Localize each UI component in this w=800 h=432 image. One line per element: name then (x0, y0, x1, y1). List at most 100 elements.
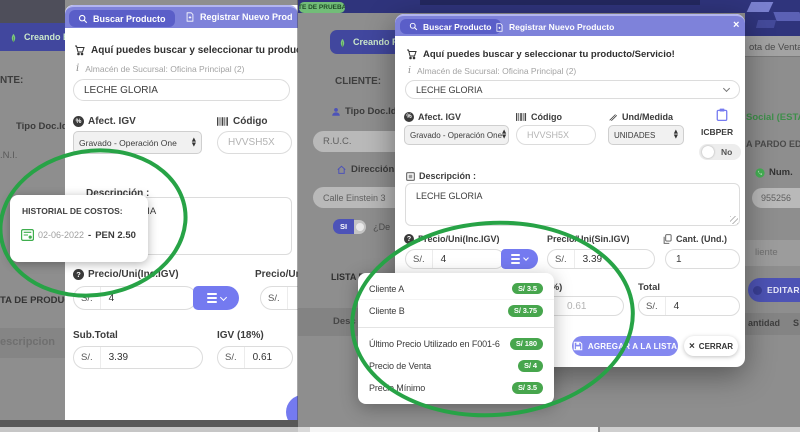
header-illustration (745, 0, 800, 36)
creando-factura-button[interactable]: Creando Fa (330, 30, 395, 54)
afect-igv-select[interactable]: Gravado - Operación One ▲▼ (404, 125, 509, 145)
direccion-value: Calle Einstein 3 (323, 193, 386, 203)
si-toggle[interactable]: SI (333, 219, 366, 234)
leaf-icon (8, 32, 19, 43)
resize-handle[interactable] (730, 216, 738, 224)
bg-num-row: Num. (755, 167, 793, 178)
si-toggle-track (354, 220, 366, 234)
und-medida-select[interactable]: UNIDADES ▲▼ (608, 125, 684, 145)
top-navbar-dark-strip (420, 0, 700, 5)
editar-button[interactable]: EDITAR (748, 278, 800, 302)
copy-icon (663, 234, 672, 244)
precio-sin-group-cut[interactable]: S/. (260, 286, 298, 310)
product-search-input[interactable]: LECHE GLORIA (73, 79, 290, 101)
editar-icon (753, 286, 762, 295)
bg-descripcion-column: escripcion (0, 336, 55, 348)
close-icon[interactable]: × (733, 19, 739, 31)
cerrar-button[interactable]: × CERRAR (684, 336, 738, 356)
tab-registrar-label: Registrar Nuevo Producto (509, 22, 614, 32)
hamburger-icon (207, 293, 217, 302)
und-medida-value: UNIDADES (614, 131, 655, 140)
right-modal-subheading-row: i Almacén de Sucursal: Oficina Principal… (408, 65, 576, 76)
percent-circle-icon: % (73, 116, 84, 127)
product-search-value: LECHE GLORIA (84, 85, 158, 96)
square-icon (406, 172, 415, 181)
igv-group: S/. 0.61 (217, 346, 293, 369)
right-modal-heading-row: Aquí puedes buscar y seleccionar tu prod… (406, 48, 675, 60)
bg-direccion-row: Dirección: (336, 164, 397, 175)
editar-label: EDITAR (767, 285, 800, 295)
page-plus-icon (185, 12, 195, 22)
ruler-pen-icon (608, 112, 618, 122)
bg-cliente-column: liente (755, 247, 778, 258)
illustration-shape (747, 2, 774, 12)
codigo-input[interactable]: HVVSH5X (516, 125, 596, 145)
price-menu-button[interactable] (193, 286, 239, 310)
currency-prefix: S/. (261, 287, 288, 309)
cart-icon (74, 44, 86, 56)
icbper-toggle-knob (702, 146, 714, 158)
barcode-icon (516, 113, 527, 121)
env-badge-label: NTE DE PRUEBAS (299, 4, 345, 11)
right-modal-tabbar: Buscar Producto Registrar Nuevo Producto… (395, 14, 745, 36)
bg-toggle-row: SI ¿De (333, 219, 390, 234)
codigo-label-row: Código (217, 116, 267, 127)
bg-bottom-light-band-b (310, 427, 598, 432)
ruc-value: R.U.C. (323, 136, 352, 147)
product-select[interactable]: LECHE GLORIA (405, 80, 740, 99)
afect-igv-label: Afect. IGV (418, 112, 461, 122)
total-value: 4 (666, 301, 688, 312)
tab-buscar-producto[interactable]: Buscar Producto (69, 10, 175, 27)
bg-pregunta-text: ¿De (373, 222, 390, 232)
page-plus-icon (495, 23, 504, 32)
afect-igv-value: Gravado - Operación One (410, 131, 502, 140)
icbper-label: ICBPER (701, 127, 733, 137)
search-icon (78, 14, 88, 24)
bg-razon-social-label: Social (ESTA (746, 112, 800, 123)
descripcion-label-row: Descripción : (406, 171, 476, 181)
igv-value: 0.61 (245, 352, 280, 363)
select-arrows-icon: ▲▼ (192, 138, 196, 147)
creando-boleta-button[interactable]: Creando Bo (0, 23, 65, 51)
codigo-input[interactable]: HVVSH5X (217, 131, 292, 154)
subtotal-value: 3.39 (101, 352, 136, 363)
si-toggle-on: SI (333, 219, 354, 234)
ruc-field[interactable]: R.U.C. (313, 131, 395, 152)
right-modal-heading: Aquí puedes buscar y seleccionar tu prod… (423, 49, 675, 60)
bg-tipo-doc-label-mid: Tipo Doc.Ide (345, 106, 402, 117)
clipboard-icon (716, 108, 728, 121)
tab-buscar-label: Buscar Producto (93, 14, 166, 24)
telefono-field[interactable]: 955256 (752, 188, 800, 208)
illustration-shape (773, 12, 800, 21)
tab-buscar-label: Buscar Producto (423, 22, 492, 32)
cant-label: Cant. (Und.) (676, 234, 727, 244)
bg-cliente-heading: CLIENTE: (335, 76, 381, 87)
descripcion-textarea[interactable]: LECHE GLORIA (405, 183, 740, 226)
tab-registrar-producto[interactable]: Registrar Nuevo Producto (495, 22, 614, 32)
screen: NTE DE PRUEBAS Creando Bo NTE: Tipo Doc.… (0, 0, 800, 432)
chevron-down-icon (723, 85, 730, 92)
codigo-label-row: Código (516, 112, 562, 122)
si-toggle-knob (356, 223, 364, 231)
creando-factura-label: Creando Fa (353, 37, 395, 47)
und-medida-label: Und/Medida (622, 112, 673, 122)
cant-input[interactable]: 1 (665, 249, 740, 269)
total-label: Total (638, 282, 660, 293)
tab-registrar-producto[interactable]: Registrar Nuevo Prod (185, 12, 293, 22)
codigo-value: HVVSH5X (527, 130, 569, 140)
icbper-toggle[interactable]: No (699, 144, 741, 160)
x-icon: × (689, 341, 695, 352)
nota-de-venta-tab[interactable]: ota de Venta (749, 42, 800, 53)
direccion-field[interactable]: Calle Einstein 3 (313, 187, 395, 208)
bg-bottom-light-band-c (600, 427, 800, 432)
select-arrows-icon: ▲▼ (674, 130, 678, 139)
bg-num-label: Num. (769, 167, 793, 178)
bg-cliente-label: NTE: (0, 75, 23, 86)
afect-igv-label-row: % Afect. IGV (73, 116, 136, 127)
right-modal-subheading: Almacén de Sucursal: Oficina Principal (… (417, 66, 576, 76)
tab-buscar-producto[interactable]: Buscar Producto (400, 19, 501, 34)
info-icon: i (76, 63, 79, 74)
select-arrows-icon: ▲▼ (502, 130, 506, 139)
afect-igv-label: Afect. IGV (88, 116, 136, 127)
left-modal-subheading-row: i Almacén de Sucursal: Oficina Principal… (76, 63, 244, 74)
